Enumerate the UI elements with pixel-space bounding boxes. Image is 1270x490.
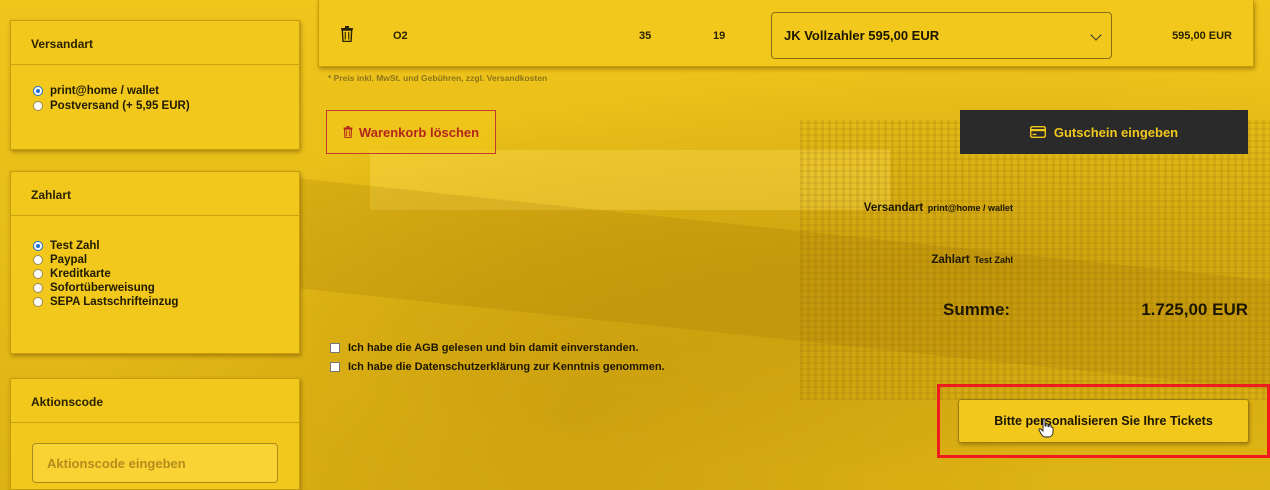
shipping-option-print-at-home[interactable]: print@home / wallet (33, 83, 299, 98)
trash-icon (343, 126, 353, 138)
ticket-price: 595,00 EUR (1172, 30, 1232, 42)
agb-consent[interactable]: Ich habe die AGB gelesen und bin damit e… (330, 342, 639, 354)
agb-checkbox[interactable] (330, 343, 340, 353)
summary-payment: Zahlart Test Zahl (931, 250, 1013, 268)
trash-icon[interactable] (341, 26, 353, 42)
shipping-option-label: Postversand (+ 5,95 EUR) (50, 99, 190, 112)
radio-icon[interactable] (33, 100, 43, 111)
privacy-checkbox[interactable] (330, 362, 340, 372)
summary-shipping: Versandart print@home / wallet (864, 198, 1013, 216)
price-category-value: JK Vollzahler 595,00 EUR (784, 28, 940, 43)
radio-selected-icon[interactable] (33, 85, 43, 96)
payment-option-creditcard[interactable]: Kreditkarte (33, 267, 299, 281)
summary-total-label: Summe: (943, 300, 1011, 319)
payment-panel: Zahlart Test Zahl Paypal Kreditkarte Sof… (10, 171, 300, 354)
radio-icon[interactable] (33, 269, 43, 279)
clear-cart-label: Warenkorb löschen (358, 124, 480, 140)
promo-panel: Aktionscode (10, 378, 300, 490)
hand-cursor-icon (1038, 418, 1054, 438)
radio-icon[interactable] (33, 297, 43, 307)
price-category-select[interactable]: JK Vollzahler 595,00 EUR (771, 12, 1112, 59)
payment-option-paypal[interactable]: Paypal (33, 253, 299, 267)
clear-cart-button[interactable]: Warenkorb löschen (326, 110, 496, 154)
payment-option-label: SEPA Lastschrifteinzug (50, 296, 179, 308)
summary-shipping-label: Versandart (863, 202, 924, 214)
shipping-option-post[interactable]: Postversand (+ 5,95 EUR) (33, 98, 299, 113)
shipping-panel: Versandart print@home / wallet Postversa… (10, 20, 300, 150)
personalize-tickets-button[interactable]: Bitte personalisieren Sie Ihre Tickets (958, 399, 1249, 443)
radio-icon[interactable] (33, 283, 43, 293)
payment-panel-title: Zahlart (11, 172, 299, 216)
summary-shipping-value: print@home / wallet (927, 203, 1013, 213)
payment-option-sofort[interactable]: Sofortüberweisung (33, 281, 299, 295)
chevron-down-icon (1090, 29, 1102, 41)
agb-consent-label: Ich habe die AGB gelesen und bin damit e… (348, 342, 639, 354)
radio-icon[interactable] (33, 255, 43, 265)
radio-selected-icon[interactable] (33, 241, 43, 251)
payment-option-label: Paypal (50, 254, 88, 266)
ticket-seat: 19 (713, 30, 726, 42)
voucher-label: Gutschein eingeben (1053, 124, 1179, 140)
payment-option-label: Kreditkarte (50, 268, 111, 280)
promo-code-input[interactable] (32, 443, 278, 483)
ticket-block: O2 (393, 30, 408, 42)
shipping-options: print@home / wallet Postversand (+ 5,95 … (11, 65, 299, 113)
payment-option-label: Sofortüberweisung (50, 282, 155, 294)
ticket-row: O2 35 19 JK Vollzahler 595,00 EUR 595,00… (318, 0, 1254, 67)
summary-payment-label: Zahlart (931, 254, 970, 266)
promo-panel-title: Aktionscode (11, 379, 299, 423)
ticket-row-number: 35 (639, 30, 652, 42)
payment-option-label: Test Zahl (50, 240, 100, 252)
shipping-panel-title: Versandart (11, 21, 299, 65)
credit-card-icon (1029, 126, 1046, 138)
payment-option-sepa[interactable]: SEPA Lastschrifteinzug (33, 295, 299, 309)
price-note: * Preis inkl. MwSt. und Gebühren, zzgl. … (328, 73, 548, 83)
summary-total-value: 1.725,00 EUR (1141, 300, 1248, 319)
privacy-consent-label: Ich habe die Datenschutzerklärung zur Ke… (348, 361, 665, 373)
voucher-button[interactable]: Gutschein eingeben (960, 110, 1248, 154)
shipping-option-label: print@home / wallet (50, 84, 159, 97)
payment-option-test[interactable]: Test Zahl (33, 239, 299, 253)
payment-options: Test Zahl Paypal Kreditkarte Sofortüberw… (11, 216, 299, 309)
summary-payment-value: Test Zahl (974, 255, 1013, 265)
privacy-consent[interactable]: Ich habe die Datenschutzerklärung zur Ke… (330, 361, 665, 373)
